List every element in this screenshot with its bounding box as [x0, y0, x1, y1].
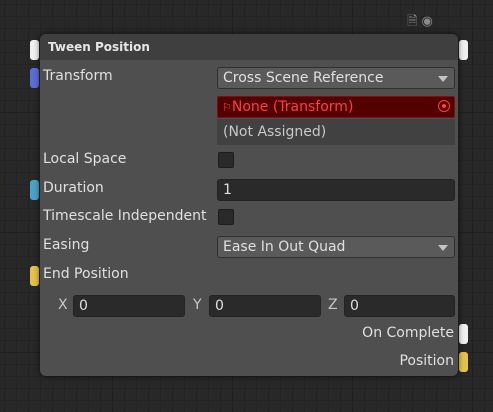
duration-input-port[interactable]: [30, 180, 39, 200]
timescale-independent-label: Timescale Independent: [43, 208, 207, 224]
flow-input-port[interactable]: [30, 40, 39, 60]
chevron-down-icon: [438, 76, 448, 82]
end-position-label: End Position: [43, 266, 129, 282]
y-label: Y: [193, 297, 202, 313]
on-complete-output-label: On Complete: [362, 325, 454, 341]
flow-output-port[interactable]: [459, 40, 468, 60]
local-space-label: Local Space: [43, 151, 127, 167]
chevron-down-icon: [438, 245, 448, 251]
end-position-x-input[interactable]: 0: [73, 295, 185, 317]
settings-circle-icon[interactable]: ◉: [422, 15, 433, 28]
easing-value: Ease In Out Quad: [223, 239, 346, 255]
easing-label: Easing: [43, 237, 90, 253]
transform-reference-dropdown[interactable]: Cross Scene Reference: [217, 67, 455, 89]
not-assigned-label: (Not Assigned): [217, 119, 455, 145]
easing-dropdown[interactable]: Ease In Out Quad: [217, 236, 455, 258]
end-position-z-input[interactable]: 0: [344, 295, 455, 317]
position-output-port[interactable]: [459, 352, 468, 372]
end-position-y-input[interactable]: 0: [209, 295, 321, 317]
z-label: Z: [328, 297, 338, 313]
transform-label: Transform: [43, 68, 113, 84]
transform-node-icon: ⚐: [222, 101, 232, 114]
timescale-independent-checkbox[interactable]: [218, 209, 234, 225]
on-complete-output-port[interactable]: [459, 324, 468, 344]
x-label: X: [58, 297, 68, 313]
transform-object-field[interactable]: ⚐None (Transform): [217, 96, 455, 118]
end-position-input-port[interactable]: [30, 266, 39, 286]
transform-dropdown-value: Cross Scene Reference: [223, 70, 384, 86]
transform-missing-value: None (Transform): [231, 99, 354, 115]
object-picker-icon[interactable]: [438, 100, 450, 112]
duration-input[interactable]: 1: [217, 179, 455, 201]
duration-label: Duration: [43, 180, 104, 196]
node-title[interactable]: Tween Position: [40, 34, 458, 60]
local-space-checkbox[interactable]: [218, 152, 234, 168]
node-header-icons: 🗎 ◉: [398, 10, 442, 32]
transform-input-port[interactable]: [30, 68, 39, 88]
position-output-label: Position: [399, 353, 454, 369]
document-icon[interactable]: 🗎: [407, 15, 417, 28]
